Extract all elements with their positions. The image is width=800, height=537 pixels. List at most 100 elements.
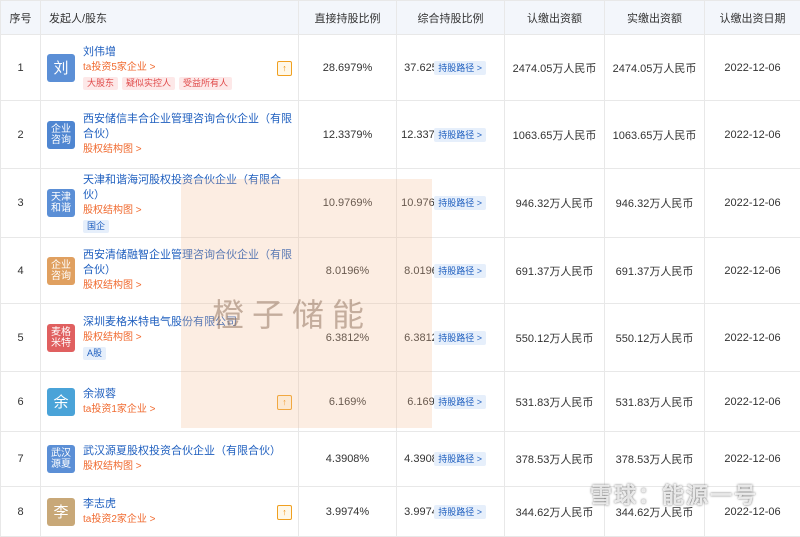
holder-name-link[interactable]: 武汉源夏股权投资合伙企业（有限合伙） [83, 444, 292, 459]
holder-tag[interactable]: 国企 [83, 220, 109, 233]
holding-path-button[interactable]: 持股路径 > [434, 452, 486, 466]
holding-path-button[interactable]: 持股路径 > [434, 61, 486, 75]
table-row: 3天津 和谐天津和谐海河股权投资合伙企业（有限合伙）股权结构图 >国企10.97… [1, 169, 800, 238]
row-index: 6 [1, 372, 41, 432]
paid-amount: 946.32万人民币 [605, 169, 705, 238]
holding-path-button[interactable]: 持股路径 > [434, 395, 486, 409]
tag-list: A股 [83, 347, 292, 360]
holder-avatar[interactable]: 企业 咨询 [47, 257, 75, 285]
subscribed-amount: 1063.65万人民币 [505, 101, 605, 169]
follow-icon[interactable]: ↑ [277, 395, 292, 410]
subscribed-amount: 691.37万人民币 [505, 238, 605, 304]
holder-cell: 武汉 源夏武汉源夏股权投资合伙企业（有限合伙）股权结构图 > [41, 432, 299, 487]
holding-path-button[interactable]: 持股路径 > [434, 128, 486, 142]
subscribed-date: 2022-12-06 [705, 238, 800, 304]
row-index: 8 [1, 487, 41, 537]
paid-amount: 1063.65万人民币 [605, 101, 705, 169]
paid-amount: 2474.05万人民币 [605, 35, 705, 101]
holder-avatar[interactable]: 武汉 源夏 [47, 445, 75, 473]
follow-icon[interactable]: ↑ [277, 61, 292, 76]
holder-cell: 余余淑蓉ta投资1家企业 >↑ [41, 372, 299, 432]
holder-sub-link[interactable]: ta投资2家企业 > [83, 512, 292, 527]
direct-ratio: 4.3908% [299, 432, 397, 487]
subscribed-date: 2022-12-06 [705, 35, 800, 101]
header-combined: 综合持股比例 [397, 1, 505, 35]
holder-tag[interactable]: A股 [83, 347, 106, 360]
holder-tag[interactable]: 受益所有人 [179, 77, 232, 90]
holder-avatar[interactable]: 天津 和谐 [47, 189, 75, 217]
avatar-text: 企业 咨询 [51, 260, 71, 282]
paid-amount: 531.83万人民币 [605, 372, 705, 432]
row-index: 4 [1, 238, 41, 304]
table-row: 1刘刘伟增ta投资5家企业 >大股东疑似实控人受益所有人↑28.6979%37.… [1, 35, 800, 101]
combined-ratio-cell: 12.3379%持股路径 > [397, 101, 505, 169]
row-index: 1 [1, 35, 41, 101]
direct-ratio: 3.9974% [299, 487, 397, 537]
avatar-text: 余 [53, 391, 68, 412]
holder-name-link[interactable]: 深圳麦格米特电气股份有限公司 [83, 315, 292, 330]
avatar-text: 麦格 米特 [51, 327, 71, 349]
holder-sub-link[interactable]: 股权结构图 > [83, 203, 292, 218]
subscribed-amount: 550.12万人民币 [505, 304, 605, 372]
holder-name-link[interactable]: 西安储信丰合企业管理咨询合伙企业（有限合伙） [83, 112, 292, 142]
holding-path-button[interactable]: 持股路径 > [434, 196, 486, 210]
follow-icon[interactable]: ↑ [277, 505, 292, 520]
header-paid: 实缴出资额 [605, 1, 705, 35]
direct-ratio: 6.3812% [299, 304, 397, 372]
holder-avatar[interactable]: 企业 咨询 [47, 121, 75, 149]
paid-amount: 378.53万人民币 [605, 432, 705, 487]
row-index: 5 [1, 304, 41, 372]
direct-ratio: 12.3379% [299, 101, 397, 169]
holder-sub-link[interactable]: 股权结构图 > [83, 330, 292, 345]
table-header-row: 序号 发起人/股东 直接持股比例 综合持股比例 认缴出资额 实缴出资额 认缴出资… [1, 1, 800, 35]
holder-name-link[interactable]: 刘伟增 [83, 45, 292, 60]
holder-cell: 李李志虎ta投资2家企业 >↑ [41, 487, 299, 537]
table-row: 4企业 咨询西安清储融智企业管理咨询合伙企业（有限合伙）股权结构图 >8.019… [1, 238, 800, 304]
subscribed-date: 2022-12-06 [705, 372, 800, 432]
holding-path-button[interactable]: 持股路径 > [434, 505, 486, 519]
tag-list: 大股东疑似实控人受益所有人 [83, 77, 292, 90]
subscribed-date: 2022-12-06 [705, 169, 800, 238]
holder-cell: 麦格 米特深圳麦格米特电气股份有限公司股权结构图 > A股 [41, 304, 299, 372]
holder-avatar[interactable]: 李 [47, 498, 75, 526]
holder-name-link[interactable]: 李志虎 [83, 497, 292, 512]
holder-cell: 企业 咨询西安清储融智企业管理咨询合伙企业（有限合伙）股权结构图 > [41, 238, 299, 304]
subscribed-date: 2022-12-06 [705, 101, 800, 169]
holder-sub-link[interactable]: 股权结构图 > [83, 142, 292, 157]
holder-cell: 刘刘伟增ta投资5家企业 >大股东疑似实控人受益所有人↑ [41, 35, 299, 101]
direct-ratio: 28.6979% [299, 35, 397, 101]
holder-tag[interactable]: 疑似实控人 [122, 77, 175, 90]
holder-name-link[interactable]: 天津和谐海河股权投资合伙企业（有限合伙） [83, 173, 292, 203]
subscribed-amount: 946.32万人民币 [505, 169, 605, 238]
holder-avatar[interactable]: 麦格 米特 [47, 324, 75, 352]
direct-ratio: 10.9769% [299, 169, 397, 238]
holding-path-button[interactable]: 持股路径 > [434, 264, 486, 278]
table-row: 5 麦格 米特深圳麦格米特电气股份有限公司股权结构图 > A股 6.3812%6.38… [1, 304, 800, 372]
subscribed-date: 2022-12-06 [705, 432, 800, 487]
holder-cell: 天津 和谐天津和谐海河股权投资合伙企业（有限合伙）股权结构图 > 国企 [41, 169, 299, 238]
combined-ratio-cell: 10.9769%持股路径 > [397, 169, 505, 238]
direct-ratio: 8.0196% [299, 238, 397, 304]
combined-ratio-cell: 3.9974%持股路径 > [397, 487, 505, 537]
direct-ratio: 6.169% [299, 372, 397, 432]
header-direct: 直接持股比例 [299, 1, 397, 35]
holder-name-link[interactable]: 西安清储融智企业管理咨询合伙企业（有限合伙） [83, 248, 292, 278]
holder-sub-link[interactable]: ta投资5家企业 > [83, 60, 292, 75]
holder-cell: 企业 咨询西安储信丰合企业管理咨询合伙企业（有限合伙）股权结构图 > [41, 101, 299, 169]
row-index: 7 [1, 432, 41, 487]
shareholder-table: 序号 发起人/股东 直接持股比例 综合持股比例 认缴出资额 实缴出资额 认缴出资… [0, 0, 800, 537]
holder-sub-link[interactable]: 股权结构图 > [83, 278, 292, 293]
holder-tag[interactable]: 大股东 [83, 77, 118, 90]
subscribed-amount: 531.83万人民币 [505, 372, 605, 432]
holder-avatar[interactable]: 刘 [47, 54, 75, 82]
header-subscribed: 认缴出资额 [505, 1, 605, 35]
subscribed-amount: 378.53万人民币 [505, 432, 605, 487]
avatar-text: 天津 和谐 [51, 192, 71, 214]
holder-sub-link[interactable]: 股权结构图 > [83, 459, 292, 474]
holder-sub-link[interactable]: ta投资1家企业 > [83, 402, 292, 417]
holder-avatar[interactable]: 余 [47, 388, 75, 416]
combined-ratio-cell: 6.169%持股路径 > [397, 372, 505, 432]
holding-path-button[interactable]: 持股路径 > [434, 331, 486, 345]
combined-ratio-cell: 6.3812%持股路径 > [397, 304, 505, 372]
holder-name-link[interactable]: 余淑蓉 [83, 387, 292, 402]
